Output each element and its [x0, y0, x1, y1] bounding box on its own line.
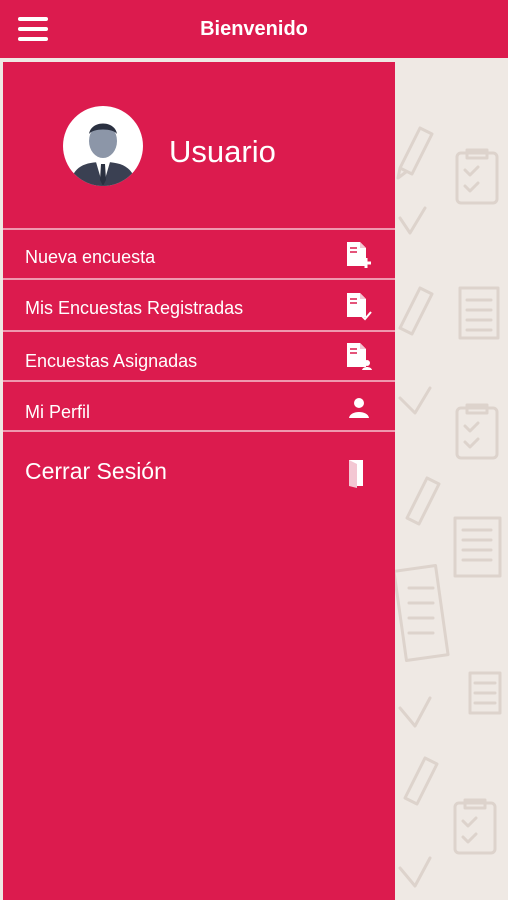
menu-item-label: Cerrar Sesión — [25, 458, 167, 484]
menu-item-label: Mi Perfil — [25, 402, 91, 422]
profile-header: Usuario — [3, 62, 395, 228]
menu-item-label: Nueva encuesta — [25, 247, 156, 267]
menu-item-mi-perfil[interactable]: Mi Perfil — [3, 382, 395, 430]
menu-item-label: Mis Encuestas Registradas — [25, 298, 244, 318]
new-document-icon — [347, 242, 371, 268]
menu-item-cerrar-sesion[interactable]: Cerrar Sesión — [3, 432, 395, 492]
document-check-icon — [347, 293, 372, 321]
assigned-document-icon — [347, 343, 372, 370]
menu-item-label: Encuestas Asignadas — [25, 351, 198, 371]
user-avatar-icon — [63, 106, 143, 186]
menu-item-encuestas-asignadas[interactable]: Encuestas Asignadas — [3, 332, 395, 380]
background-pattern — [395, 126, 502, 888]
page-title: Bienvenido — [200, 18, 308, 40]
navigation-drawer: Usuario Nueva encuesta Mis Encuestas Reg… — [3, 62, 395, 900]
username: Usuario — [169, 134, 276, 169]
menu-item-mis-encuestas-registradas[interactable]: Mis Encuestas Registradas — [3, 280, 395, 330]
top-app-bar: Bienvenido — [0, 0, 508, 58]
menu-item-nueva-encuesta[interactable]: Nueva encuesta — [3, 230, 395, 278]
door-icon — [349, 460, 363, 488]
person-icon — [349, 398, 369, 418]
